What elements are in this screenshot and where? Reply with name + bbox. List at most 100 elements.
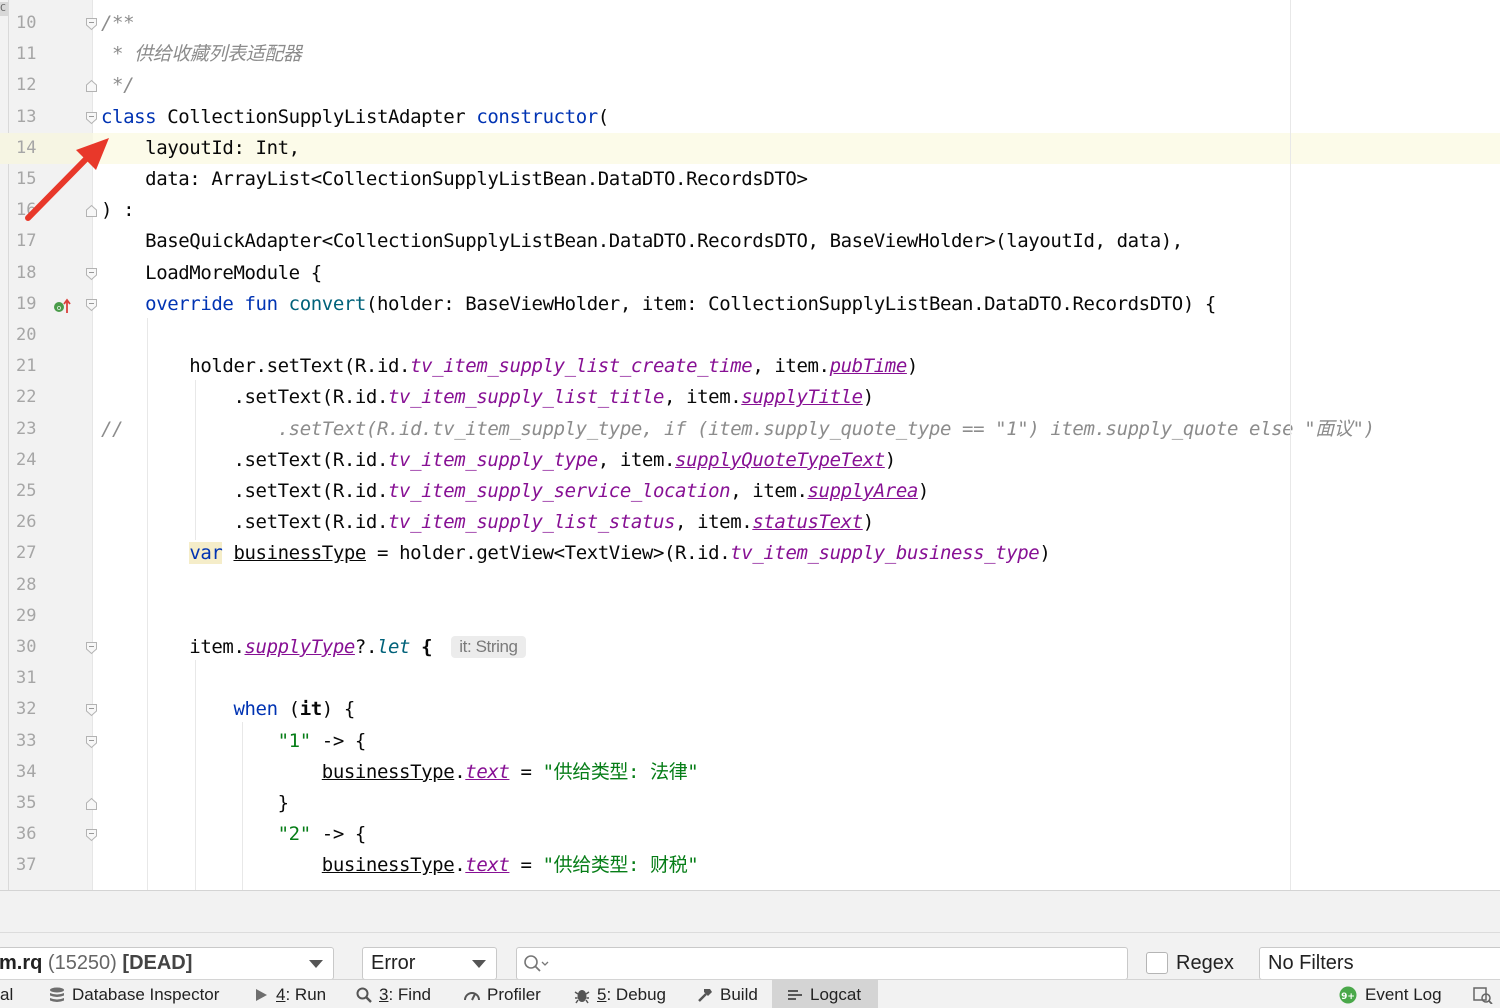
tool-window-database-inspector[interactable]: Database Inspector [48, 980, 225, 1008]
code-text[interactable]: * 供给收藏列表适配器 [101, 39, 302, 70]
log-level-select[interactable]: Error [362, 947, 497, 980]
tool-window-debug[interactable]: 5: Debug [573, 980, 672, 1008]
line-gutter[interactable]: 27 [0, 538, 93, 569]
line-gutter[interactable]: 24 [0, 445, 93, 476]
line-gutter[interactable]: 34 [0, 757, 93, 788]
code-line[interactable]: 17 BaseQuickAdapter<CollectionSupplyList… [0, 226, 1500, 257]
fold-open-icon[interactable] [85, 298, 98, 312]
line-gutter[interactable]: 10 [0, 8, 97, 39]
tool-window-terminal-cut[interactable]: al [0, 980, 19, 1008]
line-gutter[interactable]: 25 [0, 476, 93, 507]
line-gutter[interactable]: 20 [0, 320, 93, 351]
code-text[interactable]: businessType.text = "供给类型: 财税" [101, 850, 699, 881]
code-text[interactable]: data: ArrayList<CollectionSupplyListBean… [101, 164, 808, 195]
code-line[interactable]: 28 [0, 570, 1500, 601]
fold-open-icon[interactable] [85, 111, 98, 125]
line-gutter[interactable]: 29 [0, 601, 93, 632]
code-line[interactable]: 23 // .setText(R.id.tv_item_supply_type, … [0, 414, 1500, 445]
code-editor[interactable]: C 10/** 11 * 供给收藏列表适配器 12 */13 class Collec… [0, 0, 1500, 890]
line-gutter[interactable]: 28 [0, 570, 93, 601]
fold-close-icon[interactable] [85, 204, 98, 218]
code-text[interactable]: "2" -> { [101, 819, 367, 850]
tool-window-find[interactable]: 3: Find [355, 980, 437, 1008]
code-text[interactable]: // .setText(R.id.tv_item_supply_type, if… [101, 414, 1375, 445]
code-text[interactable]: /** [101, 8, 135, 39]
line-gutter[interactable]: 15 [0, 164, 93, 195]
code-line[interactable]: 18 LoadMoreModule { [0, 258, 1500, 289]
code-line[interactable]: 36 "2" -> { [0, 819, 1500, 850]
code-text[interactable]: .setText(R.id.tv_item_supply_service_loc… [101, 476, 929, 507]
fold-open-icon[interactable] [85, 735, 98, 749]
code-text[interactable]: item.supplyType?.let { it: String [101, 632, 526, 663]
code-text[interactable]: .setText(R.id.tv_item_supply_list_title,… [101, 382, 874, 413]
fold-close-icon[interactable] [85, 79, 98, 93]
fold-close-icon[interactable] [85, 797, 98, 811]
code-text[interactable]: when (it) { [101, 694, 355, 725]
line-gutter[interactable]: 22 [0, 382, 93, 413]
code-text[interactable]: .setText(R.id.tv_item_supply_list_status… [101, 507, 874, 538]
code-line[interactable]: 25 .setText(R.id.tv_item_supply_service_… [0, 476, 1500, 507]
code-line[interactable]: 32 when (it) { [0, 694, 1500, 725]
code-line[interactable]: 24 .setText(R.id.tv_item_supply_type, it… [0, 445, 1500, 476]
code-line[interactable]: 13 class CollectionSupplyListAdapter cons… [0, 102, 1500, 133]
line-gutter[interactable]: 17 [0, 226, 93, 257]
line-gutter[interactable]: 37 [0, 850, 93, 881]
code-line[interactable]: 29 [0, 601, 1500, 632]
code-line[interactable]: 22 .setText(R.id.tv_item_supply_list_tit… [0, 382, 1500, 413]
line-gutter[interactable]: 14 [0, 132, 93, 164]
code-text[interactable]: LoadMoreModule { [101, 258, 322, 289]
code-line[interactable]: 11 * 供给收藏列表适配器 [0, 39, 1500, 70]
line-gutter[interactable]: 12 [0, 70, 97, 101]
line-gutter[interactable]: 32 [0, 694, 97, 725]
code-line[interactable]: 12 */ [0, 70, 1500, 101]
code-line[interactable]: 27 var businessType = holder.getView<Tex… [0, 538, 1500, 569]
tool-window-run[interactable]: 4: Run [252, 980, 332, 1008]
code-text[interactable]: businessType.text = "供给类型: 法律" [101, 757, 699, 788]
line-gutter[interactable]: 33 [0, 726, 97, 757]
fold-open-icon[interactable] [85, 703, 98, 717]
code-line[interactable]: 14 layoutId: Int, [0, 132, 1500, 164]
line-gutter[interactable]: 13 [0, 102, 97, 133]
code-text[interactable]: .setText(R.id.tv_item_supply_type, item.… [101, 445, 896, 476]
regex-checkbox[interactable] [1146, 952, 1168, 974]
code-line[interactable]: 35 } [0, 788, 1500, 819]
fold-open-icon[interactable] [85, 641, 98, 655]
code-line[interactable]: 20 [0, 320, 1500, 351]
code-text[interactable]: override fun convert(holder: BaseViewHol… [101, 289, 1216, 320]
code-line[interactable]: 33 "1" -> { [0, 726, 1500, 757]
code-text[interactable]: ) : [101, 195, 135, 226]
line-gutter[interactable]: 31 [0, 663, 93, 694]
code-line[interactable]: 15 data: ArrayList<CollectionSupplyListB… [0, 164, 1500, 195]
fold-open-icon[interactable] [85, 828, 98, 842]
code-line[interactable]: 30 item.supplyType?.let { it: String [0, 632, 1500, 663]
code-line[interactable]: 26 .setText(R.id.tv_item_supply_list_sta… [0, 507, 1500, 538]
fold-open-icon[interactable] [85, 17, 98, 31]
code-text[interactable]: class CollectionSupplyListAdapter constr… [101, 102, 609, 133]
code-text[interactable]: var businessType = holder.getView<TextVi… [101, 538, 1051, 569]
line-gutter[interactable]: 11 [0, 39, 93, 70]
code-line[interactable]: 34 businessType.text = "供给类型: 法律" [0, 757, 1500, 788]
layout-inspector-icon[interactable] [1472, 986, 1494, 1004]
process-select[interactable]: m.rq (15250) [DEAD] [0, 947, 334, 980]
tool-window-profiler[interactable]: Profiler [463, 980, 547, 1008]
line-gutter[interactable]: 19 [0, 289, 97, 320]
code-text[interactable]: holder.setText(R.id.tv_item_supply_list_… [101, 351, 918, 382]
tool-window-build[interactable]: Build [696, 980, 764, 1008]
fold-open-icon[interactable] [85, 267, 98, 281]
code-line[interactable]: 37 businessType.text = "供给类型: 财税" [0, 850, 1500, 881]
code-text[interactable]: layoutId: Int, [101, 133, 300, 164]
override-method-icon[interactable]: o [52, 296, 72, 316]
code-line[interactable]: 10 /** [0, 8, 1500, 39]
code-text[interactable]: "1" -> { [101, 726, 367, 757]
code-line[interactable]: 19 override fun convert(holder: BaseView… [0, 289, 1500, 320]
line-gutter[interactable]: 30 [0, 632, 97, 663]
line-gutter[interactable]: 21 [0, 351, 93, 382]
regex-label[interactable]: Regex [1176, 947, 1234, 980]
code-line[interactable]: 16) : [0, 195, 1500, 226]
line-gutter[interactable]: 23 [0, 414, 93, 445]
filters-select[interactable]: No Filters [1259, 947, 1500, 980]
line-gutter[interactable]: 16 [0, 195, 97, 226]
code-text[interactable]: */ [101, 70, 134, 101]
logcat-search-input[interactable] [516, 947, 1128, 980]
tool-window-logcat[interactable]: Logcat [772, 980, 878, 1008]
